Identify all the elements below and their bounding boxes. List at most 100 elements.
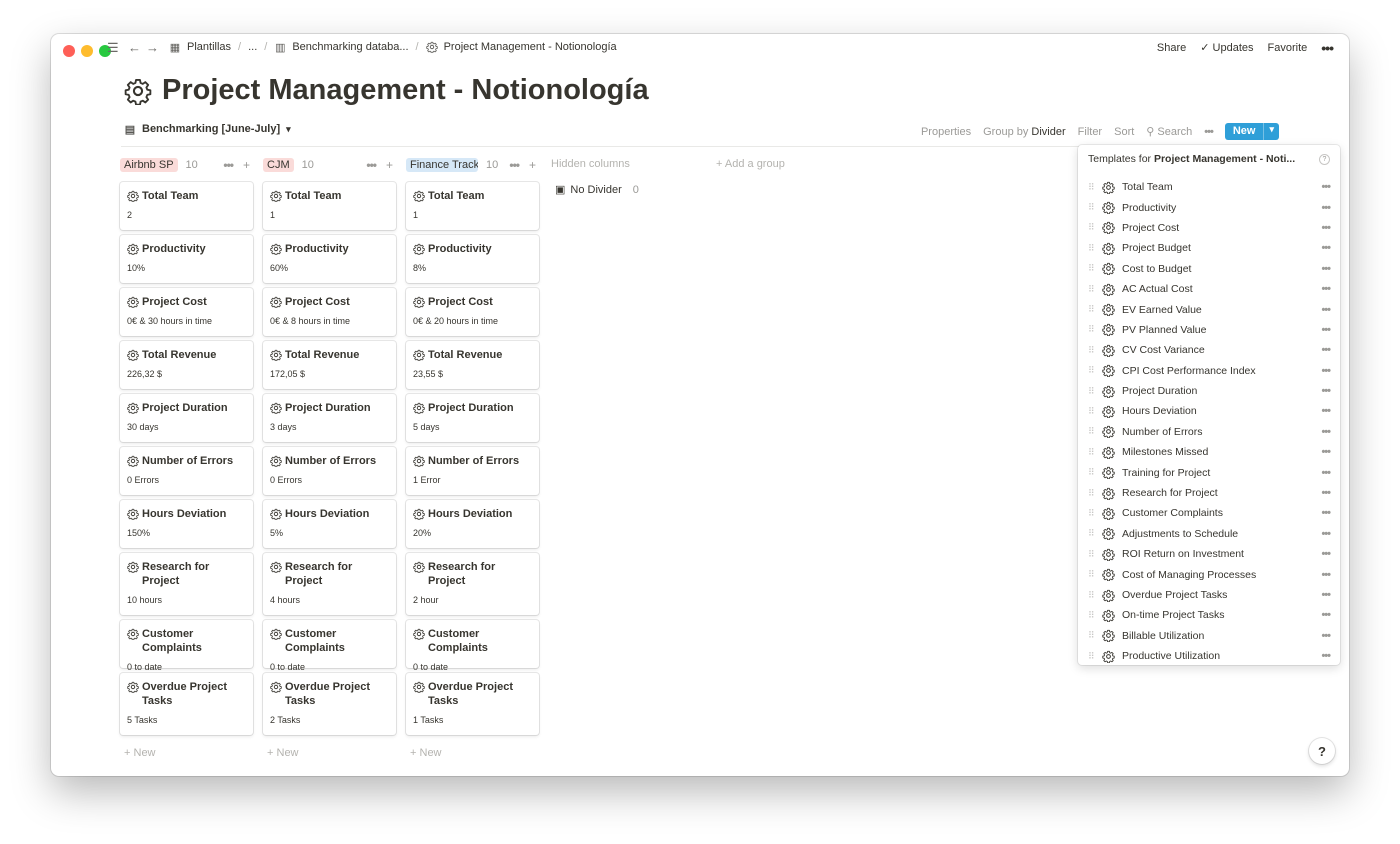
- more-icon[interactable]: •••: [223, 158, 234, 172]
- add-card-button[interactable]: + New: [263, 740, 396, 766]
- board-card[interactable]: Customer Complaints 0 to date: [120, 620, 253, 672]
- board-card[interactable]: Number of Errors 0 Errors: [263, 447, 396, 495]
- board-card[interactable]: Overdue Project Tasks 2 Tasks: [263, 673, 396, 735]
- board-card[interactable]: Customer Complaints 0 to date: [263, 620, 396, 672]
- board-card[interactable]: Hours Deviation 5%: [263, 500, 396, 548]
- more-icon[interactable]: •••: [1321, 283, 1331, 295]
- drag-handle-icon[interactable]: ⠿: [1088, 406, 1102, 417]
- drag-handle-icon[interactable]: ⠿: [1088, 630, 1102, 641]
- drag-handle-icon[interactable]: ⠿: [1088, 447, 1102, 458]
- group-by-button[interactable]: Group by Divider: [983, 126, 1066, 138]
- board-card[interactable]: Project Duration 5 days: [406, 394, 539, 442]
- drag-handle-icon[interactable]: ⠿: [1088, 467, 1102, 478]
- template-item[interactable]: ⠿ Project Budget •••: [1078, 238, 1340, 258]
- share-button[interactable]: Share: [1157, 42, 1186, 54]
- board-card[interactable]: Total Revenue 23,55 $: [406, 341, 539, 389]
- favorite-button[interactable]: Favorite: [1268, 42, 1308, 54]
- board-card[interactable]: Project Cost 0€ & 30 hours in time: [120, 288, 253, 336]
- breadcrumb-item-benchmarking[interactable]: ▥ Benchmarking databa...: [274, 41, 408, 54]
- more-icon[interactable]: •••: [1321, 507, 1331, 519]
- drag-handle-icon[interactable]: ⠿: [1088, 508, 1102, 519]
- view-selector[interactable]: ▤ Benchmarking [June-July] ▾: [124, 123, 291, 136]
- breadcrumb-item-current-page[interactable]: Project Management - Notionología: [426, 41, 617, 53]
- drag-handle-icon[interactable]: ⠿: [1088, 284, 1102, 295]
- chevron-down-icon[interactable]: ▾: [1264, 123, 1279, 140]
- template-item[interactable]: ⠿ Billable Utilization •••: [1078, 626, 1340, 646]
- updates-button[interactable]: ✓ Updates: [1200, 41, 1253, 54]
- board-card[interactable]: Hours Deviation 20%: [406, 500, 539, 548]
- board-card[interactable]: Productivity 8%: [406, 235, 539, 283]
- template-item[interactable]: ⠿ EV Earned Value •••: [1078, 299, 1340, 319]
- add-group-button[interactable]: + Add a group: [716, 158, 785, 170]
- board-card[interactable]: Total Revenue 172,05 $: [263, 341, 396, 389]
- drag-handle-icon[interactable]: ⠿: [1088, 386, 1102, 397]
- more-icon[interactable]: •••: [1321, 344, 1331, 356]
- template-item[interactable]: ⠿ Productive Utilization •••: [1078, 646, 1340, 666]
- more-icon[interactable]: •••: [1321, 650, 1331, 662]
- drag-handle-icon[interactable]: ⠿: [1088, 426, 1102, 437]
- more-icon[interactable]: •••: [509, 158, 520, 172]
- template-item[interactable]: ⠿ On-time Project Tasks •••: [1078, 605, 1340, 625]
- template-item[interactable]: ⠿ Milestones Missed •••: [1078, 442, 1340, 462]
- drag-handle-icon[interactable]: ⠿: [1088, 243, 1102, 254]
- breadcrumb-item-plantillas[interactable]: ▦ Plantillas: [169, 41, 231, 54]
- more-icon[interactable]: •••: [1321, 304, 1331, 316]
- board-card[interactable]: Project Duration 30 days: [120, 394, 253, 442]
- more-icon[interactable]: •••: [1321, 487, 1331, 499]
- more-icon[interactable]: •••: [1321, 569, 1331, 581]
- template-item[interactable]: ⠿ Productivity •••: [1078, 197, 1340, 217]
- board-card[interactable]: Research for Project 4 hours: [263, 553, 396, 615]
- plus-icon[interactable]: +: [529, 158, 536, 172]
- board-card[interactable]: Research for Project 10 hours: [120, 553, 253, 615]
- template-item[interactable]: ⠿ Number of Errors •••: [1078, 422, 1340, 442]
- plus-icon[interactable]: +: [386, 158, 393, 172]
- template-item[interactable]: ⠿ Training for Project •••: [1078, 462, 1340, 482]
- board-card[interactable]: Customer Complaints 0 to date: [406, 620, 539, 672]
- board-card[interactable]: Overdue Project Tasks 1 Tasks: [406, 673, 539, 735]
- board-card[interactable]: Number of Errors 0 Errors: [120, 447, 253, 495]
- template-item[interactable]: ⠿ Cost to Budget •••: [1078, 259, 1340, 279]
- menu-icon[interactable]: ☰: [107, 40, 119, 56]
- hidden-column-no-divider[interactable]: ▣ No Divider 0: [555, 183, 639, 197]
- more-icon[interactable]: •••: [1321, 405, 1331, 417]
- add-card-button[interactable]: + New: [120, 740, 253, 766]
- add-card-button[interactable]: + New: [406, 740, 539, 766]
- drag-handle-icon[interactable]: ⠿: [1088, 610, 1102, 621]
- more-icon[interactable]: •••: [366, 158, 377, 172]
- drag-handle-icon[interactable]: ⠿: [1088, 304, 1102, 315]
- more-icon[interactable]: •••: [1321, 528, 1331, 540]
- board-card[interactable]: Overdue Project Tasks 5 Tasks: [120, 673, 253, 735]
- drag-handle-icon[interactable]: ⠿: [1088, 263, 1102, 274]
- template-item[interactable]: ⠿ CPI Cost Performance Index •••: [1078, 361, 1340, 381]
- drag-handle-icon[interactable]: ⠿: [1088, 569, 1102, 580]
- more-icon[interactable]: •••: [1321, 426, 1331, 438]
- board-card[interactable]: Project Duration 3 days: [263, 394, 396, 442]
- board-card[interactable]: Productivity 10%: [120, 235, 253, 283]
- more-icon[interactable]: •••: [1204, 126, 1214, 138]
- template-item[interactable]: ⠿ Project Duration •••: [1078, 381, 1340, 401]
- more-icon[interactable]: •••: [1321, 385, 1331, 397]
- board-card[interactable]: Number of Errors 1 Error: [406, 447, 539, 495]
- plus-icon[interactable]: +: [243, 158, 250, 172]
- properties-button[interactable]: Properties: [921, 126, 971, 138]
- board-card[interactable]: Total Team 1: [406, 182, 539, 230]
- more-icon[interactable]: •••: [1321, 589, 1331, 601]
- help-button[interactable]: ?: [1309, 738, 1335, 764]
- drag-handle-icon[interactable]: ⠿: [1088, 222, 1102, 233]
- template-item[interactable]: ⠿ PV Planned Value •••: [1078, 320, 1340, 340]
- template-item[interactable]: ⠿ Hours Deviation •••: [1078, 401, 1340, 421]
- drag-handle-icon[interactable]: ⠿: [1088, 324, 1102, 335]
- more-options-icon[interactable]: •••: [1321, 41, 1334, 55]
- template-item[interactable]: ⠿ Project Cost •••: [1078, 218, 1340, 238]
- drag-handle-icon[interactable]: ⠿: [1088, 345, 1102, 356]
- more-icon[interactable]: •••: [1321, 365, 1331, 377]
- template-item[interactable]: ⠿ Research for Project •••: [1078, 483, 1340, 503]
- template-item[interactable]: ⠿ Cost of Managing Processes •••: [1078, 564, 1340, 584]
- board-card[interactable]: Total Revenue 226,32 $: [120, 341, 253, 389]
- template-item[interactable]: ⠿ AC Actual Cost •••: [1078, 279, 1340, 299]
- board-card[interactable]: Project Cost 0€ & 20 hours in time: [406, 288, 539, 336]
- drag-handle-icon[interactable]: ⠿: [1088, 365, 1102, 376]
- search-button[interactable]: ⚲ Search: [1146, 125, 1192, 138]
- drag-handle-icon[interactable]: ⠿: [1088, 651, 1102, 662]
- minimize-window-button[interactable]: [81, 45, 93, 57]
